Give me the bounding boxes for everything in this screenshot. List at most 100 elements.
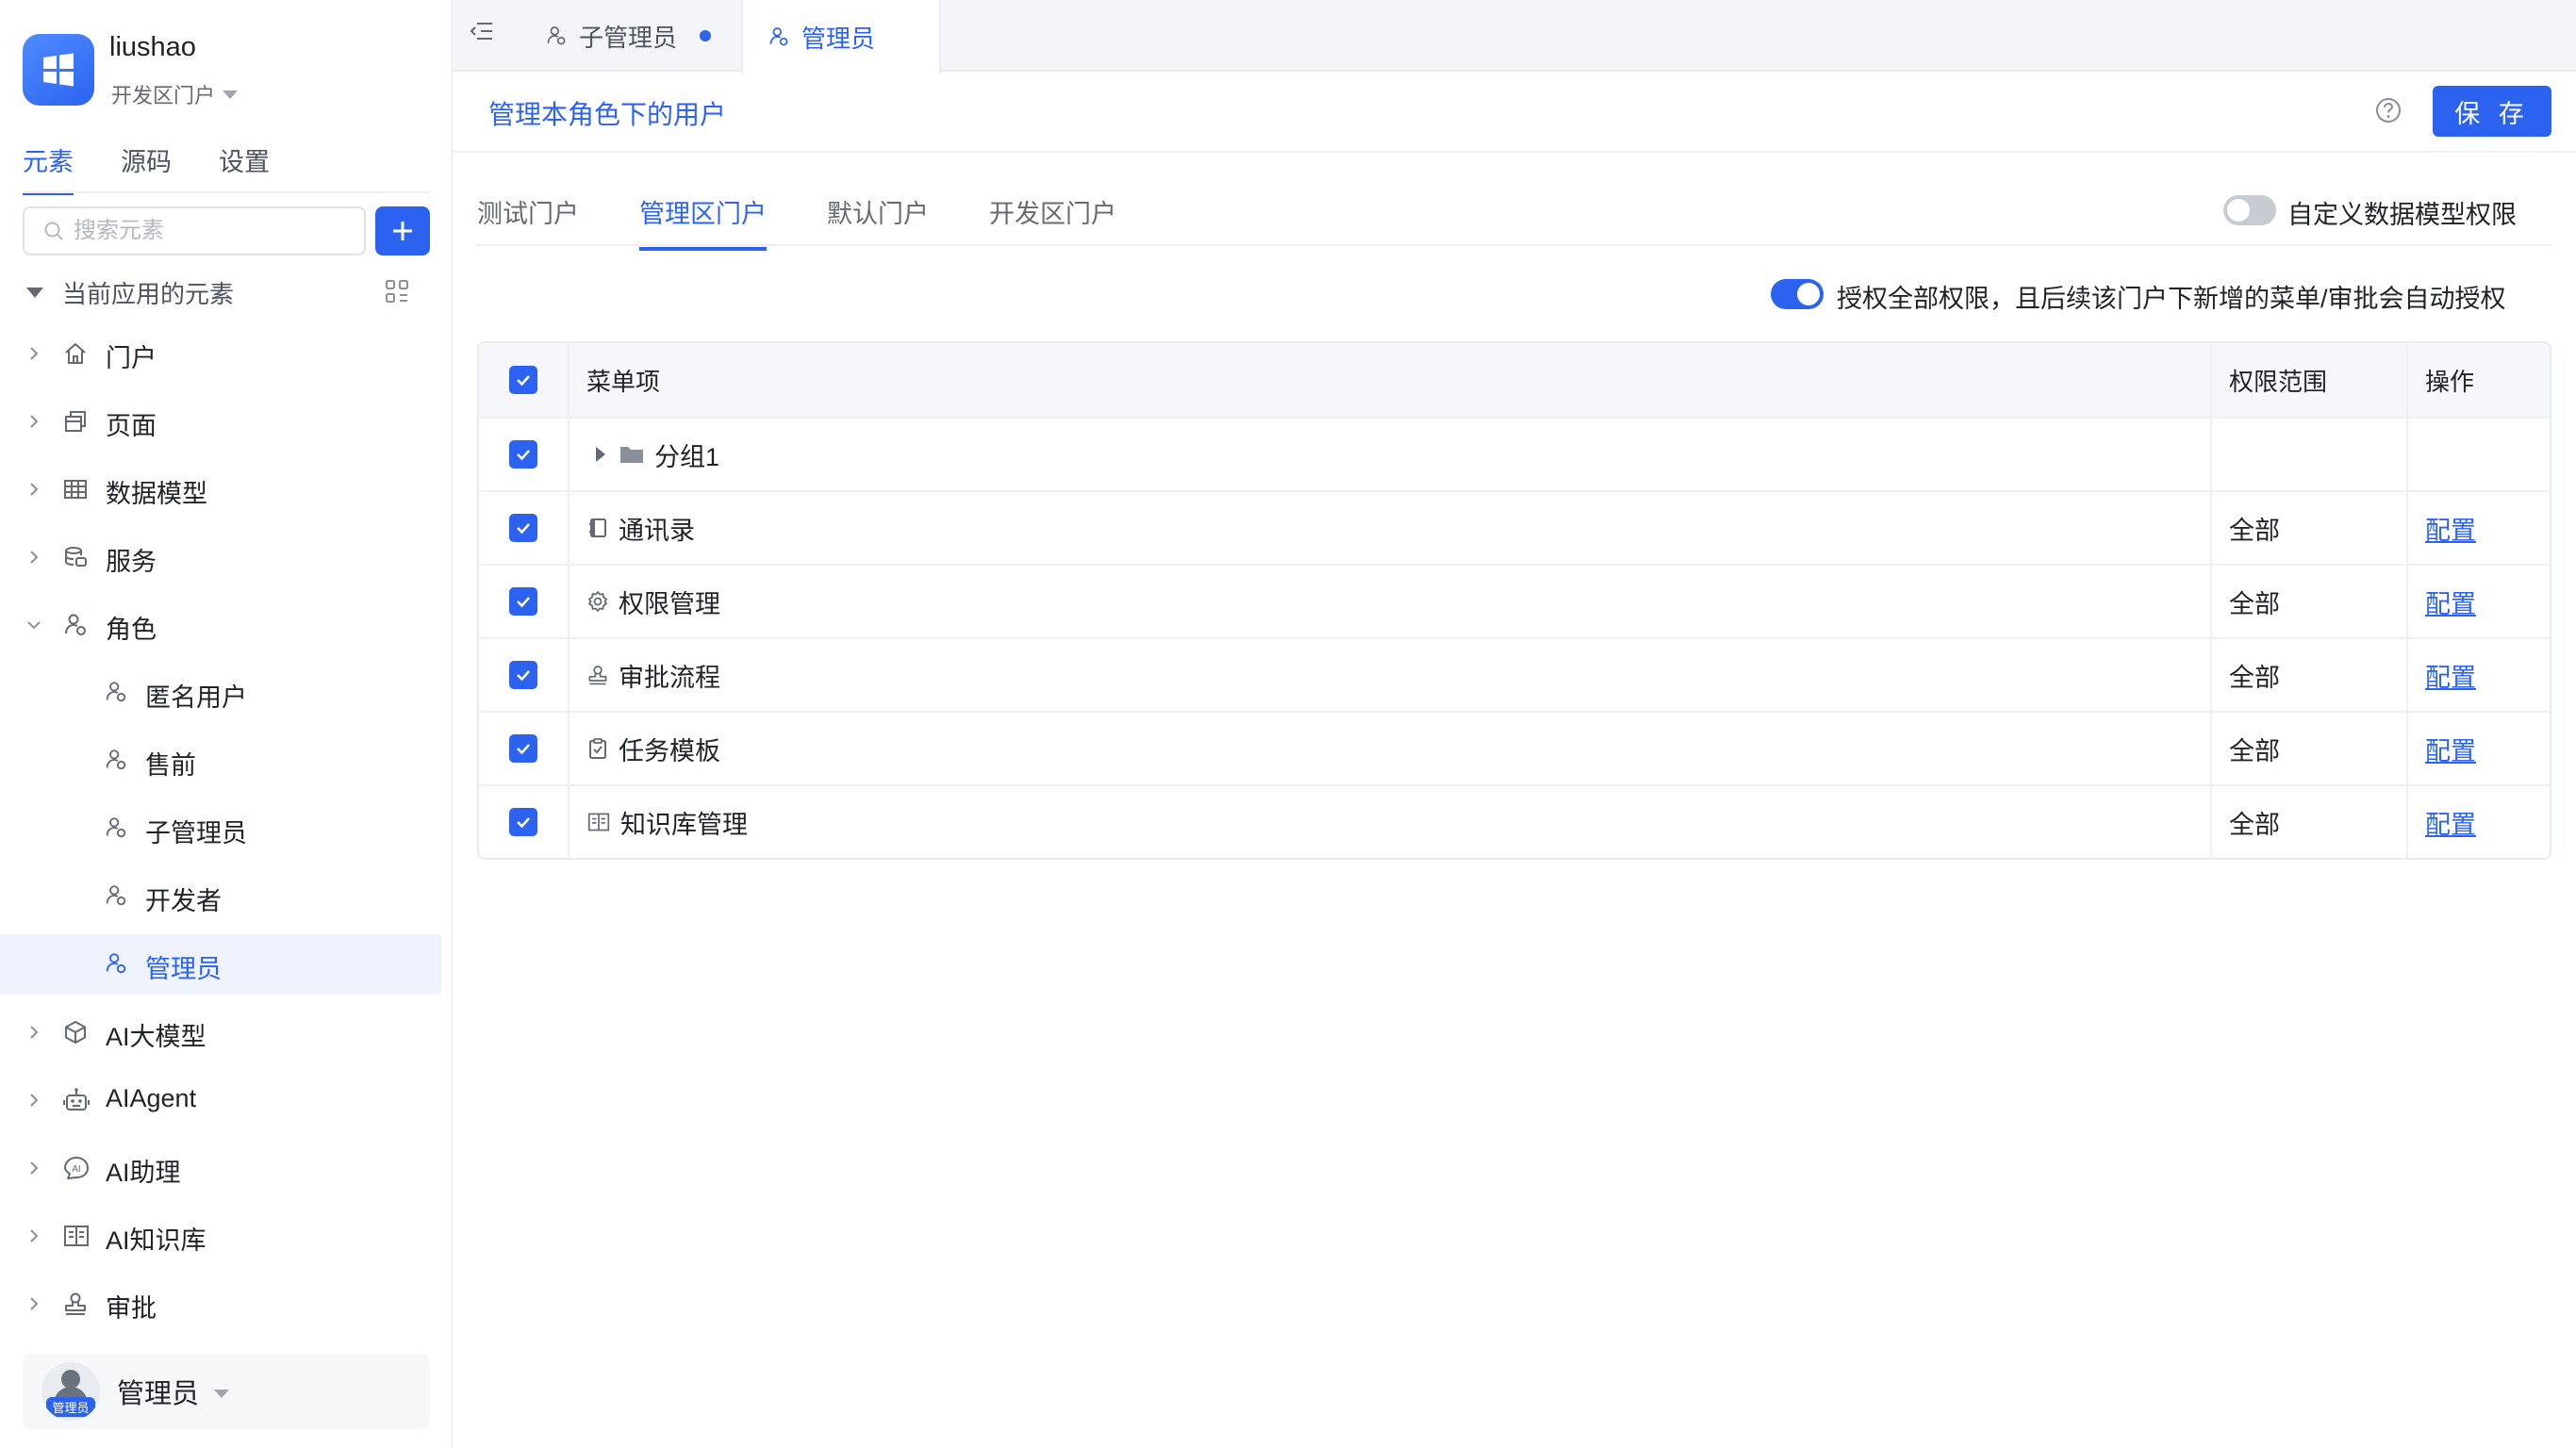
sidebar-tab-elements[interactable]: 元素 bbox=[23, 141, 74, 195]
row-checkbox[interactable] bbox=[509, 587, 537, 616]
grant-all-toggle[interactable] bbox=[1771, 279, 1824, 309]
table-row: 通讯录 全部 配置 bbox=[479, 490, 2550, 564]
sidebar-item-roles[interactable]: 角色 bbox=[0, 595, 441, 655]
sidebar-item-ai-model[interactable]: AI大模型 bbox=[0, 1002, 441, 1062]
sidebar-item-label: 售前 bbox=[145, 751, 196, 780]
sidebar-item-label: 服务 bbox=[106, 548, 157, 576]
tab-test-portal[interactable]: 测试门户 bbox=[477, 193, 579, 251]
save-button[interactable]: 保 存 bbox=[2433, 86, 2551, 137]
user-name: 管理员 bbox=[117, 1379, 200, 1409]
row-checkbox[interactable] bbox=[509, 808, 537, 836]
robot-icon bbox=[63, 1088, 90, 1111]
row-config-link[interactable]: 配置 bbox=[2425, 510, 2476, 547]
role-icon bbox=[547, 26, 566, 45]
grant-all-label: 授权全部权限，且后续该门户下新增的菜单/审批会自动授权 bbox=[1837, 285, 2506, 313]
sidebar-item-portal[interactable]: 门户 bbox=[0, 323, 441, 384]
tab-admin-portal[interactable]: 管理区门户 bbox=[639, 193, 767, 251]
row-name: 通讯录 bbox=[619, 516, 695, 545]
row-scope: 全部 bbox=[2229, 810, 2280, 839]
table-row: 权限管理 全部 配置 bbox=[479, 564, 2550, 637]
check-icon bbox=[517, 597, 530, 608]
unsaved-dot-icon bbox=[700, 30, 712, 41]
divider bbox=[453, 151, 2576, 153]
chevron-right-icon bbox=[30, 1229, 39, 1242]
document-tab-bar: 子管理员 管理员 bbox=[453, 0, 2576, 74]
row-name: 审批流程 bbox=[619, 663, 720, 692]
collapse-sidebar-button[interactable] bbox=[468, 17, 496, 45]
tab-default-portal[interactable]: 默认门户 bbox=[827, 193, 929, 251]
portal-switcher[interactable]: 开发区门户 bbox=[111, 79, 239, 109]
sidebar-item-role-developer[interactable]: 开发者 bbox=[0, 866, 441, 927]
help-icon bbox=[2376, 98, 2401, 123]
plus-icon bbox=[393, 222, 412, 240]
sidebar-tab-settings[interactable]: 设置 bbox=[219, 141, 270, 195]
row-checkbox[interactable] bbox=[509, 734, 537, 763]
select-all-checkbox[interactable] bbox=[509, 366, 537, 394]
table-header-row: 菜单项 权限范围 操作 bbox=[479, 343, 2550, 417]
chevron-right-icon bbox=[30, 483, 39, 496]
column-header-menu: 菜单项 bbox=[586, 367, 661, 396]
sidebar-item-role-admin[interactable]: 管理员 bbox=[0, 934, 441, 995]
tree-header[interactable]: 当前应用的元素 bbox=[26, 273, 422, 311]
row-scope: 全部 bbox=[2229, 736, 2280, 765]
row-checkbox[interactable] bbox=[509, 514, 537, 542]
ai-assistant-icon: AI bbox=[64, 1157, 89, 1179]
table-row: 审批流程 全部 配置 bbox=[479, 637, 2550, 711]
custom-model-permission-toggle[interactable] bbox=[2223, 195, 2276, 225]
sidebar-item-services[interactable]: 服务 bbox=[0, 527, 441, 587]
sidebar-item-ai-assistant[interactable]: AI AI助理 bbox=[0, 1138, 441, 1198]
book-icon bbox=[64, 1226, 89, 1246]
row-config-link[interactable]: 配置 bbox=[2425, 584, 2476, 620]
app-logo bbox=[23, 34, 94, 106]
page-title[interactable]: 管理本角色下的用户 bbox=[488, 94, 726, 132]
avatar-badge: 管理员 bbox=[46, 1397, 95, 1417]
sidebar-item-data-model[interactable]: 数据模型 bbox=[0, 459, 441, 519]
caret-down-icon bbox=[223, 90, 239, 99]
sidebar-item-approval[interactable]: 审批 bbox=[0, 1274, 441, 1334]
qrcode-icon[interactable] bbox=[385, 279, 409, 304]
sidebar: liushao 开发区门户 元素 源码 设置 当前应用的元素 bbox=[0, 0, 453, 1448]
task-icon bbox=[589, 738, 606, 759]
tab-label: 子管理员 bbox=[579, 23, 678, 52]
row-config-link[interactable]: 配置 bbox=[2425, 657, 2476, 694]
sidebar-item-role-anonymous[interactable]: 匿名用户 bbox=[0, 663, 441, 723]
row-name: 分组1 bbox=[654, 442, 720, 471]
expand-caret-icon[interactable] bbox=[596, 447, 605, 462]
chevron-right-icon bbox=[30, 1094, 39, 1107]
user-menu[interactable]: 管理员 管理员 bbox=[23, 1354, 430, 1429]
tab-sub-admin[interactable]: 子管理员 bbox=[520, 0, 735, 72]
chevron-right-icon bbox=[30, 1297, 39, 1310]
sidebar-item-role-presales[interactable]: 售前 bbox=[0, 731, 441, 791]
tab-dev-portal[interactable]: 开发区门户 bbox=[989, 193, 1116, 251]
sidebar-item-role-sub-admin[interactable]: 子管理员 bbox=[0, 798, 441, 859]
search-icon bbox=[44, 222, 63, 240]
sidebar-item-label: 门户 bbox=[106, 344, 157, 372]
sidebar-item-ai-agent[interactable]: AIAgent bbox=[0, 1070, 441, 1130]
row-checkbox[interactable] bbox=[509, 661, 537, 689]
sidebar-item-ai-knowledge[interactable]: AI知识库 bbox=[0, 1206, 441, 1266]
sidebar-tab-source[interactable]: 源码 bbox=[121, 141, 172, 195]
contacts-icon bbox=[589, 518, 606, 537]
app-name: liushao bbox=[109, 32, 196, 62]
column-header-scope: 权限范围 bbox=[2229, 367, 2328, 396]
sidebar-tabs: 元素 源码 设置 bbox=[23, 141, 270, 195]
chevron-right-icon bbox=[30, 1026, 39, 1039]
svg-text:AI: AI bbox=[72, 1164, 80, 1175]
row-config-link[interactable]: 配置 bbox=[2425, 804, 2476, 841]
check-icon bbox=[517, 744, 530, 755]
help-button[interactable] bbox=[2374, 96, 2403, 124]
role-icon bbox=[106, 817, 126, 838]
tab-admin[interactable]: 管理员 bbox=[741, 0, 941, 74]
row-checkbox[interactable] bbox=[509, 440, 537, 469]
check-icon bbox=[517, 450, 530, 461]
row-config-link[interactable]: 配置 bbox=[2425, 731, 2476, 767]
portal-switcher-label: 开发区门户 bbox=[111, 84, 216, 107]
table-row: 知识库管理 全部 配置 bbox=[479, 784, 2550, 858]
row-name: 任务模板 bbox=[619, 736, 720, 765]
search-input[interactable] bbox=[74, 218, 338, 244]
add-element-button[interactable] bbox=[375, 206, 430, 255]
sidebar-item-label: AI助理 bbox=[106, 1159, 181, 1187]
row-scope: 全部 bbox=[2229, 663, 2280, 692]
sidebar-item-label: AI知识库 bbox=[106, 1226, 206, 1255]
sidebar-item-pages[interactable]: 页面 bbox=[0, 391, 441, 452]
